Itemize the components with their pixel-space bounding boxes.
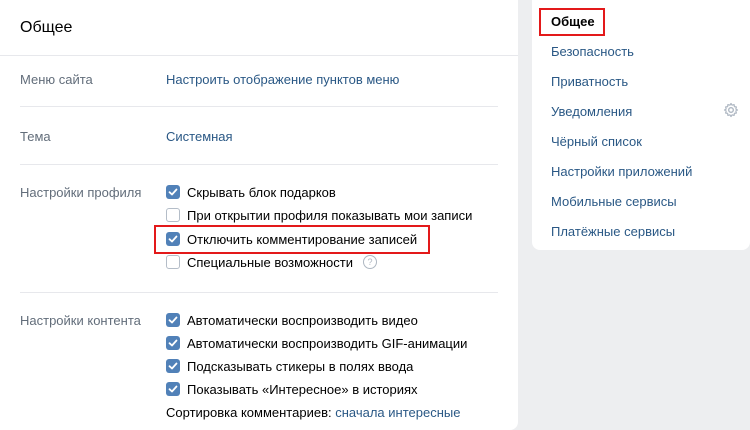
checkbox-unchecked-icon[interactable] (166, 208, 180, 222)
checkbox-disable-comments[interactable]: Отключить комментирование записей (166, 230, 417, 248)
checkbox-label: Подсказывать стикеры в полях ввода (187, 358, 414, 374)
checkbox-checked-icon[interactable] (166, 336, 180, 350)
sidebar-item-blacklist[interactable]: Чёрный список (551, 134, 642, 149)
page-title: Общее (0, 0, 518, 56)
theme-value-link[interactable]: Системная (166, 129, 233, 144)
sidebar-item-privacy[interactable]: Приватность (551, 74, 628, 89)
checkbox-label: Специальные возможности (187, 254, 353, 270)
help-icon[interactable]: ? (362, 255, 377, 269)
checkbox-checked-icon[interactable] (166, 359, 180, 373)
checkbox-label: Автоматически воспроизводить видео (187, 312, 418, 328)
configure-menu-link[interactable]: Настроить отображение пунктов меню (166, 72, 399, 87)
checkbox-unchecked-icon[interactable] (166, 255, 180, 269)
gear-icon[interactable] (723, 102, 739, 121)
divider (20, 164, 498, 165)
sidebar-item-security[interactable]: Безопасность (551, 44, 634, 59)
profile-settings-label: Настройки профиля (20, 185, 142, 200)
checkbox-label: При открытии профиля показывать мои запи… (187, 207, 473, 223)
theme-label: Тема (20, 129, 51, 144)
sidebar-item-notifications[interactable]: Уведомления (551, 104, 632, 119)
sidebar-item-mobile-services[interactable]: Мобильные сервисы (551, 194, 677, 209)
content-settings-label: Настройки контента (20, 313, 141, 328)
menu-label: Меню сайта (20, 72, 93, 87)
checkbox-hide-gifts[interactable]: Скрывать блок подарков (166, 183, 336, 201)
checkbox-show-interesting[interactable]: Показывать «Интересное» в историях (166, 380, 418, 398)
divider (20, 292, 498, 293)
checkbox-autoplay-video[interactable]: Автоматически воспроизводить видео (166, 311, 418, 329)
comment-sort-setting: Сортировка комментариев: сначала интерес… (166, 405, 460, 420)
checkbox-checked-icon[interactable] (166, 382, 180, 396)
sidebar-item-app-settings[interactable]: Настройки приложений (551, 164, 692, 179)
sidebar-item-general[interactable]: Общее (551, 14, 595, 29)
checkbox-autoplay-gif[interactable]: Автоматически воспроизводить GIF-анимаци… (166, 334, 467, 352)
comment-sort-value-link[interactable]: сначала интересные (335, 405, 460, 420)
checkbox-accessibility[interactable]: Специальные возможности ? (166, 253, 377, 271)
checkbox-checked-icon[interactable] (166, 185, 180, 199)
checkbox-label: Автоматически воспроизводить GIF-анимаци… (187, 335, 468, 351)
checkbox-label: Показывать «Интересное» в историях (187, 381, 418, 397)
checkbox-checked-icon[interactable] (166, 232, 180, 246)
settings-main-panel: Общее Меню сайта Настроить отображение п… (0, 0, 518, 430)
checkbox-label: Скрывать блок подарков (187, 184, 336, 200)
divider (20, 106, 498, 107)
settings-sidebar: Общее Безопасность Приватность Уведомлен… (532, 0, 750, 250)
checkbox-show-my-posts[interactable]: При открытии профиля показывать мои запи… (166, 206, 472, 224)
checkbox-label: Отключить комментирование записей (187, 231, 418, 247)
checkbox-checked-icon[interactable] (166, 313, 180, 327)
sidebar-item-payment-services[interactable]: Платёжные сервисы (551, 224, 675, 239)
comment-sort-label: Сортировка комментариев: (166, 405, 332, 420)
checkbox-suggest-stickers[interactable]: Подсказывать стикеры в полях ввода (166, 357, 413, 375)
